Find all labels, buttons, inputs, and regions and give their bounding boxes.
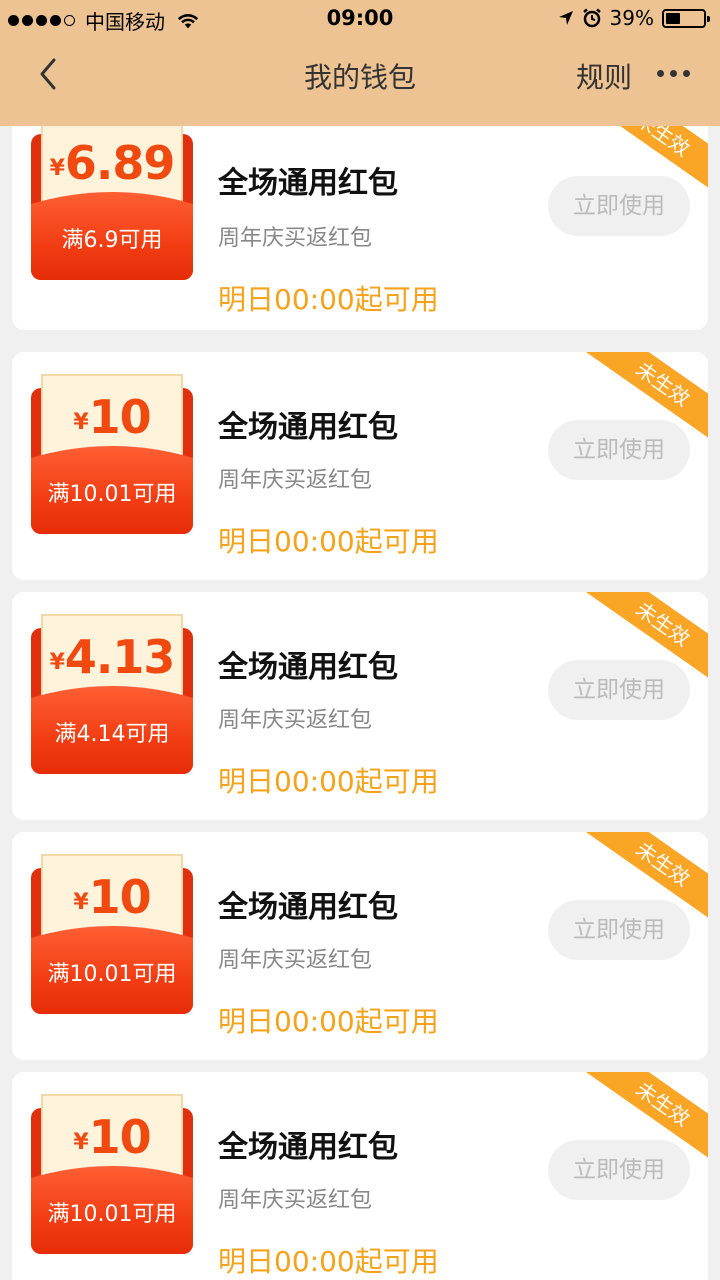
red-envelope: ¥10 满10.01可用 [31,370,193,554]
rules-link[interactable]: 规则 [576,56,632,96]
coupon-card[interactable]: ¥10 满10.01可用 全场通用红包 周年庆买返红包 明日00:00起可用 立… [12,352,708,580]
status-bar: 中国移动 09:00 39% [0,0,720,36]
coupon-subtitle: 周年庆买返红包 [218,1188,373,1213]
use-now-button[interactable]: 立即使用 [548,900,690,960]
coupon-title: 全场通用红包 [218,650,398,685]
alarm-clock-icon [582,8,601,28]
coupon-amount: ¥10 [73,870,151,924]
coupon-title: 全场通用红包 [218,410,398,445]
red-envelope: ¥10 满10.01可用 [31,850,193,1034]
coupon-card[interactable]: ¥10 满10.01可用 全场通用红包 周年庆买返红包 明日00:00起可用 立… [12,1072,708,1280]
coupon-valid-time: 明日00:00起可用 [218,525,439,558]
coupon-card[interactable]: ¥10 满10.01可用 全场通用红包 周年庆买返红包 明日00:00起可用 立… [12,832,708,1060]
coupon-title: 全场通用红包 [218,166,398,201]
red-envelope: ¥4.13 满4.14可用 [31,610,193,794]
coupon-subtitle: 周年庆买返红包 [218,226,373,251]
coupon-subtitle: 周年庆买返红包 [218,708,373,733]
coupon-valid-time: 明日00:00起可用 [218,283,439,316]
more-options-icon[interactable] [657,70,690,77]
coupon-subtitle: 周年庆买返红包 [218,468,373,493]
coupon-valid-time: 明日00:00起可用 [218,1245,439,1278]
coupon-card[interactable]: ¥6.89 满6.9可用 全场通用红包 周年庆买返红包 明日00:00起可用 立… [12,102,708,330]
nav-bar: 我的钱包 规则 [0,36,720,126]
location-arrow-icon [558,11,573,25]
red-envelope: ¥10 满10.01可用 [31,1090,193,1274]
use-now-button[interactable]: 立即使用 [548,1140,690,1200]
coupon-condition: 满6.9可用 [61,228,163,253]
coupon-condition: 满10.01可用 [47,1202,177,1227]
battery-icon [662,8,710,28]
battery-percent: 39% [609,6,654,30]
coupon-valid-time: 明日00:00起可用 [218,1005,439,1038]
coupon-subtitle: 周年庆买返红包 [218,948,373,973]
use-now-button[interactable]: 立即使用 [548,176,690,236]
coupon-title: 全场通用红包 [218,1130,398,1165]
coupon-amount: ¥10 [73,390,151,444]
coupon-condition: 满10.01可用 [47,962,177,987]
use-now-button[interactable]: 立即使用 [548,660,690,720]
coupon-valid-time: 明日00:00起可用 [218,765,439,798]
coupon-amount: ¥10 [73,1110,151,1164]
coupon-amount: ¥4.13 [49,630,176,684]
coupon-condition: 满4.14可用 [54,722,170,747]
red-envelope: ¥6.89 满6.9可用 [31,116,193,300]
coupon-condition: 满10.01可用 [47,482,177,507]
use-now-button[interactable]: 立即使用 [548,420,690,480]
coupon-card[interactable]: ¥4.13 满4.14可用 全场通用红包 周年庆买返红包 明日00:00起可用 … [12,592,708,820]
coupon-title: 全场通用红包 [218,890,398,925]
coupon-amount: ¥6.89 [49,136,176,190]
header: 中国移动 09:00 39% 我的钱包 规则 [0,0,720,126]
